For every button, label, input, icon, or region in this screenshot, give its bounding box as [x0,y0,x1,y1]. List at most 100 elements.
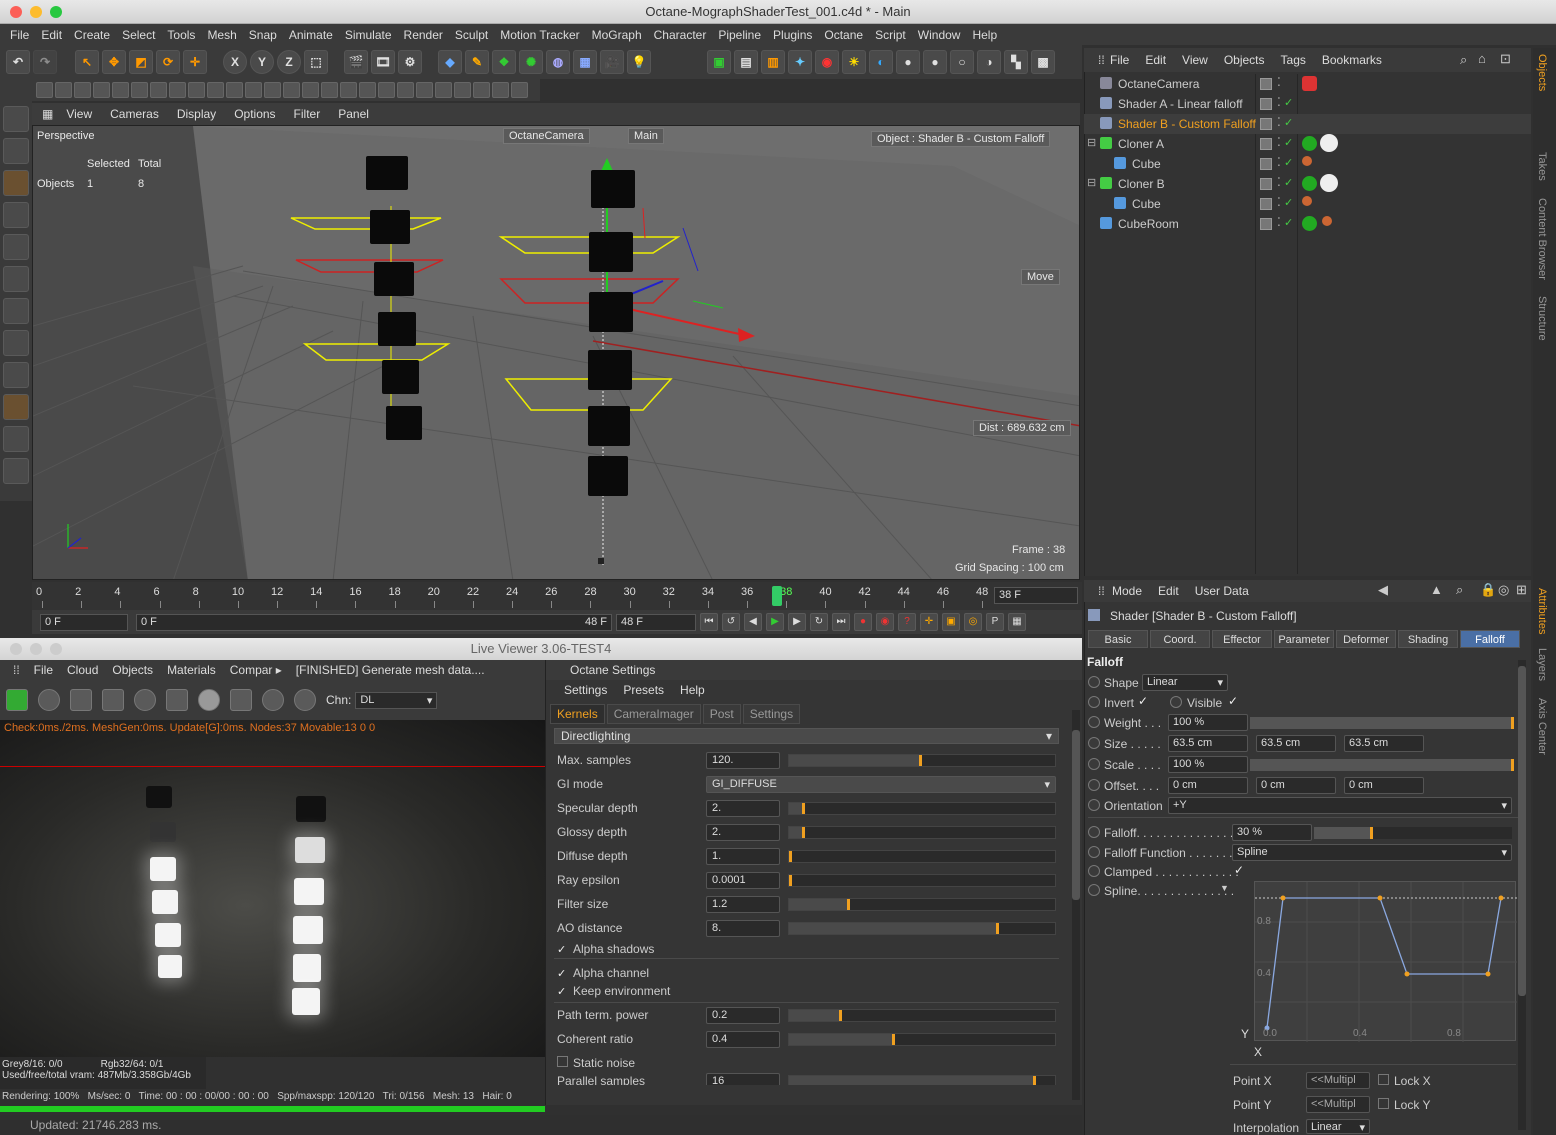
static-noise-checkbox[interactable] [557,1056,568,1067]
lv-menu-materials[interactable]: Materials [160,663,223,677]
visible-anim-dot[interactable] [1170,696,1182,708]
falloff-function-select[interactable]: Spline ▾ [1232,844,1512,861]
menu-create[interactable]: Create [68,28,116,42]
enabled-check-icon[interactable]: ✓ [1284,196,1293,209]
om-close-icon[interactable]: ⊡ [1500,51,1511,67]
menu-snap[interactable]: Snap [243,28,283,42]
refresh-icon[interactable] [38,689,60,711]
points-mode-icon[interactable] [3,202,29,228]
object-row-shader-a-linear-falloff[interactable]: Shader A - Linear falloff ⁚ ✓ [1084,94,1531,114]
menu-file[interactable]: File [4,28,35,42]
lv-menu-compar[interactable]: Compar ▸ [223,663,289,677]
tool-icon[interactable] [74,82,91,98]
weight-field[interactable]: 100 % [1168,714,1248,731]
attributes-scrollbar[interactable] [1518,660,1526,1130]
attr-search-icon[interactable]: ⌕ [1456,582,1463,598]
lock-y-row[interactable]: Lock Y [1378,1098,1430,1112]
camera-icon[interactable]: 🎥 [600,50,624,74]
tool-icon[interactable] [473,82,490,98]
material-tag-icon[interactable] [1320,134,1338,152]
settings-gear-icon[interactable] [134,689,156,711]
diffuse-depth-slider[interactable] [788,850,1056,863]
object-name[interactable]: CubeRoom [1118,217,1179,231]
offset-z-field[interactable]: 0 cm [1344,777,1424,794]
scale-tool-icon[interactable]: ◩ [129,50,153,74]
max-samples-field[interactable]: 120. [706,752,780,769]
tool-icon[interactable] [226,82,243,98]
tool-icon[interactable] [93,82,110,98]
om-search-icon[interactable]: ⌕ [1460,52,1467,68]
object-name[interactable]: Cube [1132,157,1161,171]
edges-mode-icon[interactable] [3,234,29,260]
clamped-anim-dot[interactable] [1088,865,1100,877]
expand-triangle-icon[interactable]: ▼ [1220,883,1229,893]
tool-icon[interactable] [36,82,53,98]
go-to-start-icon[interactable]: ⏮ [700,613,718,631]
orientation-anim-dot[interactable] [1088,799,1100,811]
octane-sphere3-icon[interactable]: ○ [950,50,974,74]
render-picture-viewer-icon[interactable]: 🎞 [371,50,395,74]
tool-icon[interactable] [245,82,262,98]
layer-icon[interactable] [1260,78,1272,90]
material-tag-icon[interactable] [1320,174,1338,192]
octane-menu-help[interactable]: Help [680,683,705,700]
layer-icon[interactable] [1260,118,1272,130]
viewport-cube[interactable] [374,262,414,296]
camera-label[interactable]: OctaneCamera [503,128,590,144]
falloff-anim-dot[interactable] [1088,826,1100,838]
keyframe-help-icon[interactable]: ? [898,613,916,631]
alpha-shadows-checkbox[interactable]: ✓ [557,945,568,956]
pen-spline-icon[interactable]: ✎ [465,50,489,74]
tool-icon[interactable] [283,82,300,98]
attr-menu-user-data[interactable]: User Data [1187,584,1257,598]
invert-anim-dot[interactable] [1088,696,1100,708]
current-frame-field[interactable]: 0 F [40,613,128,631]
spline-anim-dot[interactable] [1088,884,1100,896]
channel-select[interactable]: DL ▾ [355,691,438,709]
pause-icon[interactable] [70,689,92,711]
parallel-samples-slider[interactable] [788,1075,1056,1085]
cycle-icon[interactable]: ↻ [810,613,828,631]
specular-depth-field[interactable]: 2. [706,800,780,817]
checker-icon[interactable]: ▩ [1031,50,1055,74]
tool-icon[interactable] [302,82,319,98]
attr-tab-shading[interactable]: Shading [1398,630,1458,648]
tab-cameraimager[interactable]: CameraImager [606,704,701,724]
filter-size-slider[interactable] [788,898,1056,911]
tool-icon[interactable] [492,82,509,98]
attr-lock-icon[interactable]: 🔒 [1480,582,1496,598]
object-name[interactable]: Cube [1132,197,1161,211]
menu-simulate[interactable]: Simulate [339,28,398,42]
octane-object-tag-icon[interactable] [1302,136,1317,151]
play-icon[interactable]: ▶ [766,613,784,631]
octane-save-icon[interactable]: ▥ [761,50,785,74]
transform-tool-icon[interactable]: ✛ [183,50,207,74]
point-x-field[interactable]: <<Multipl [1306,1072,1370,1089]
orientation-select[interactable]: +Y ▾ [1168,797,1512,814]
octane-object-tag-icon[interactable] [1302,176,1317,191]
scale-anim-dot[interactable] [1088,758,1100,770]
offset-y-field[interactable]: 0 cm [1256,777,1336,794]
shape-select[interactable]: Linear ▾ [1142,674,1228,691]
coordinate-system-icon[interactable]: ⬚ [304,50,328,74]
ao-distance-slider[interactable] [788,922,1056,935]
zoom-window-button[interactable] [50,6,62,18]
viewport-cube[interactable] [382,360,419,394]
gi-mode-select[interactable]: GI_DIFFUSE ▾ [706,776,1056,793]
polygons-mode-icon[interactable] [3,266,29,292]
viewport-menu-options[interactable]: Options [225,107,284,121]
object-name[interactable]: Shader A - Linear falloff [1118,97,1243,111]
octane-render-icon[interactable]: ▤ [734,50,758,74]
undo-icon[interactable]: ↶ [6,50,30,74]
visible-checkbox[interactable]: ✓ [1228,694,1238,708]
invert-checkbox[interactable]: ✓ [1138,694,1148,708]
move-tool-icon[interactable]: ✥ [102,50,126,74]
model-mode-icon[interactable] [3,106,29,132]
tool-icon[interactable] [169,82,186,98]
grid-snap-icon[interactable] [3,458,29,484]
viewport-cube[interactable] [588,350,632,390]
tool-icon[interactable] [321,82,338,98]
tool-icon[interactable] [150,82,167,98]
visibility-dots-icon[interactable]: ⁚ [1277,215,1281,229]
offset-x-field[interactable]: 0 cm [1168,777,1248,794]
